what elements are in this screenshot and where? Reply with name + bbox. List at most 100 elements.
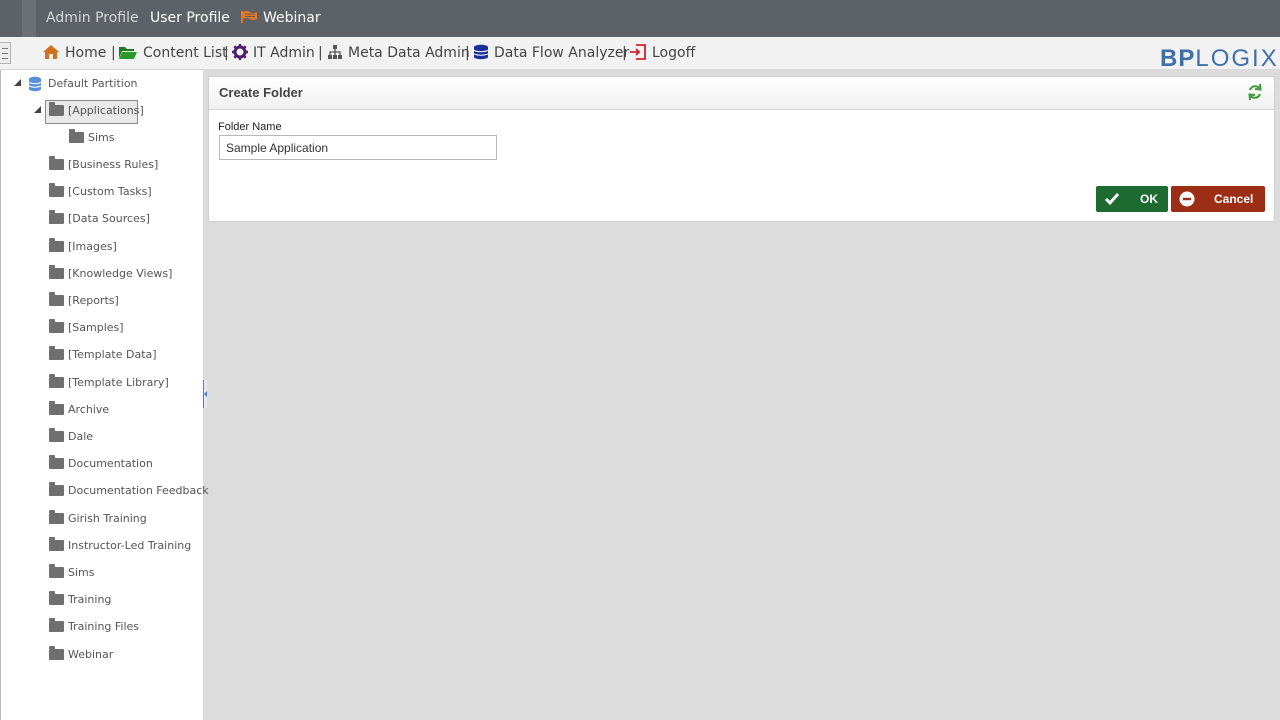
tree-node-label: Webinar	[68, 647, 114, 661]
cancel-button-label: Cancel	[1214, 192, 1254, 206]
expand-arrow-icon[interactable]	[35, 459, 41, 470]
gear-icon	[232, 44, 248, 60]
expand-arrow-icon[interactable]	[35, 486, 41, 497]
nav-logoff[interactable]: Logoff	[629, 37, 695, 70]
expand-arrow-icon[interactable]	[35, 187, 41, 198]
folder-icon	[49, 509, 64, 524]
expand-arrow-icon[interactable]	[35, 404, 41, 415]
tree-node-folder[interactable]: Girish Training	[1, 508, 201, 530]
tab-user-profile[interactable]: User Profile	[141, 0, 239, 37]
expand-arrow-icon[interactable]	[35, 323, 41, 334]
tree-node-folder[interactable]: Instructor-Led Training	[1, 535, 201, 557]
tree-node-label: Documentation	[68, 457, 153, 471]
folder-icon	[49, 156, 64, 170]
tree-node-label: Archive	[68, 402, 110, 416]
folder-icon	[49, 319, 64, 334]
tree-node-folder[interactable]: [Reports]	[1, 290, 201, 312]
tree-node-folder[interactable]: Sims	[1, 562, 201, 584]
tree-node-label: [Template Data]	[68, 348, 157, 362]
nav-home[interactable]: Home	[42, 37, 106, 70]
cancel-button[interactable]: Cancel	[1171, 186, 1265, 212]
refresh-icon[interactable]	[1246, 83, 1264, 101]
tree-node-label: [Images]	[68, 239, 117, 253]
tree-node-folder[interactable]: [Images]	[1, 236, 201, 258]
tree-node-applications[interactable]: [Applications]	[1, 100, 201, 122]
folder-icon	[49, 346, 64, 361]
expand-arrow-icon[interactable]	[35, 377, 41, 388]
tree-node-label: [Business Rules]	[68, 158, 159, 171]
tree-node-folder[interactable]: [Knowledge Views]	[1, 263, 201, 285]
panel-header: Create Folder	[209, 77, 1274, 110]
folder-icon	[49, 210, 64, 225]
expand-arrow-icon[interactable]	[35, 568, 41, 578]
nav-data-flow-analyzer[interactable]: Data Flow Analyzer	[473, 37, 629, 70]
tree-node-folder[interactable]: Webinar	[1, 644, 201, 666]
collapse-arrow-icon[interactable]	[34, 106, 41, 113]
tree-node-label: Sims	[88, 131, 115, 144]
nav-separator: |	[465, 45, 470, 61]
nav-it-admin-label: IT Admin	[253, 45, 315, 61]
nav-home-label: Home	[65, 45, 107, 61]
tree-node-folder[interactable]: [Custom Tasks]	[1, 181, 201, 203]
tree-node-label: Training Files	[68, 620, 140, 634]
expand-arrow-icon[interactable]	[35, 595, 41, 606]
nav-content-list[interactable]: Content List	[118, 37, 228, 70]
nav-meta-data-admin-label: Meta Data Admin	[348, 45, 470, 61]
tree-node-folder[interactable]: [Business Rules]	[1, 154, 201, 176]
nav-separator: |	[224, 45, 229, 61]
tree-node-folder[interactable]: [Template Data]	[1, 344, 201, 366]
nav-separator: |	[318, 45, 323, 61]
tree-node-folder[interactable]: Training	[1, 589, 201, 611]
folder-icon	[49, 428, 64, 442]
nav-it-admin[interactable]: IT Admin	[232, 37, 315, 70]
ok-button[interactable]: OK	[1096, 186, 1168, 212]
expand-arrow-icon[interactable]	[35, 432, 41, 442]
expand-arrow-icon[interactable]	[35, 214, 41, 225]
tree-node-folder[interactable]: Documentation	[1, 453, 201, 475]
expand-arrow-icon[interactable]	[35, 622, 41, 633]
menu-toggle-icon[interactable]	[0, 42, 11, 64]
tree-node-label: Sims	[68, 566, 95, 579]
folder-icon	[49, 237, 64, 252]
tree-node-folder[interactable]: [Samples]	[1, 317, 201, 339]
nav-meta-data-admin[interactable]: Meta Data Admin	[327, 37, 470, 70]
database-icon	[473, 44, 489, 60]
folder-icon	[49, 645, 64, 660]
expand-arrow-icon[interactable]	[35, 649, 41, 660]
nav-content-list-label: Content List	[143, 45, 228, 61]
folder-icon	[49, 183, 64, 198]
folder-name-input[interactable]	[219, 135, 497, 160]
expand-arrow-icon[interactable]	[55, 133, 61, 143]
tree-node-folder[interactable]: [Template Library]	[1, 372, 201, 394]
expand-arrow-icon[interactable]	[35, 160, 41, 170]
tree-node-folder[interactable]: Archive	[1, 399, 201, 421]
tree-node-label: [Custom Tasks]	[68, 185, 152, 199]
ok-button-label: OK	[1140, 192, 1158, 206]
tree-root-default-partition[interactable]: Default Partition	[1, 73, 201, 95]
expand-arrow-icon[interactable]	[35, 268, 41, 279]
folder-icon	[49, 482, 64, 497]
tree-node-label: [Reports]	[68, 294, 119, 307]
splitter-collapse-handle[interactable]	[203, 380, 207, 408]
collapse-arrow-icon[interactable]	[14, 79, 21, 86]
main-nav-bar: Home | Content List | IT Admin | Meta Da…	[0, 37, 1280, 72]
expand-arrow-icon[interactable]	[35, 296, 41, 306]
expand-arrow-icon[interactable]	[35, 513, 41, 524]
folder-icon	[69, 129, 84, 143]
home-icon	[43, 45, 59, 59]
panel-title: Create Folder	[219, 85, 303, 100]
tree-node-folder[interactable]: Dale	[1, 426, 201, 448]
tree-node-folder[interactable]: Training Files	[1, 616, 201, 638]
database-icon	[28, 76, 42, 92]
expand-arrow-icon[interactable]	[35, 350, 41, 361]
tab-webinar[interactable]: Webinar	[232, 0, 330, 37]
expand-arrow-icon[interactable]	[35, 241, 41, 252]
expand-arrow-icon[interactable]	[35, 540, 41, 551]
tab-admin-profile[interactable]: Admin Profile	[37, 0, 148, 37]
nav-separator: |	[111, 45, 116, 61]
folder-icon	[49, 373, 64, 388]
tree-node-applications-sims[interactable]: Sims	[1, 127, 201, 149]
tree-node-folder[interactable]: Documentation Feedback	[1, 480, 209, 502]
tree-node-folder[interactable]: [Data Sources]	[1, 208, 201, 230]
logo-bp: BP	[1160, 45, 1196, 72]
